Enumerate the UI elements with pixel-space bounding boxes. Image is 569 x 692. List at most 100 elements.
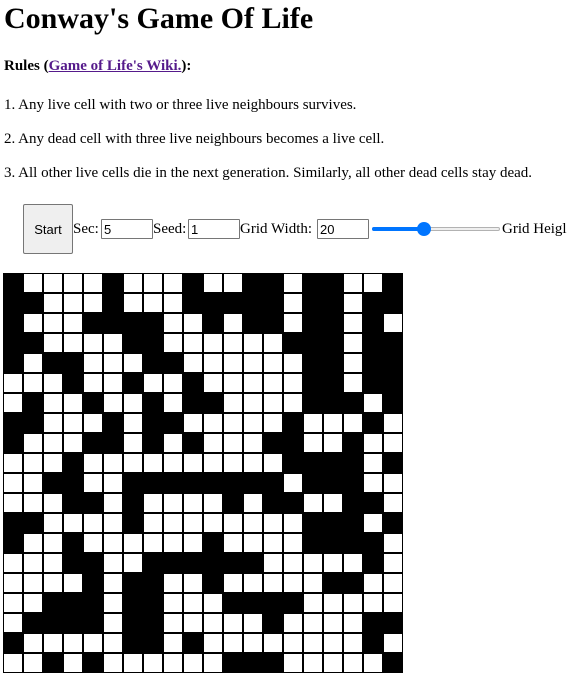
grid-cell[interactable]: [83, 393, 103, 413]
grid-cell[interactable]: [203, 573, 223, 593]
grid-cell[interactable]: [83, 293, 103, 313]
grid-cell[interactable]: [143, 513, 163, 533]
grid-cell[interactable]: [243, 293, 263, 313]
grid-cell[interactable]: [283, 513, 303, 533]
grid-cell[interactable]: [243, 413, 263, 433]
grid-cell[interactable]: [343, 393, 363, 413]
grid-cell[interactable]: [263, 493, 283, 513]
grid-cell[interactable]: [23, 413, 43, 433]
grid-cell[interactable]: [63, 433, 83, 453]
grid-cell[interactable]: [43, 373, 63, 393]
grid-cell[interactable]: [183, 633, 203, 653]
grid-cell[interactable]: [203, 413, 223, 433]
grid-cell[interactable]: [223, 473, 243, 493]
grid-cell[interactable]: [223, 313, 243, 333]
grid-cell[interactable]: [203, 313, 223, 333]
grid-cell[interactable]: [383, 573, 403, 593]
grid-cell[interactable]: [383, 613, 403, 633]
grid-cell[interactable]: [383, 653, 403, 673]
grid-cell[interactable]: [3, 433, 23, 453]
grid-cell[interactable]: [303, 433, 323, 453]
grid-cell[interactable]: [123, 453, 143, 473]
grid-cell[interactable]: [263, 293, 283, 313]
grid-cell[interactable]: [243, 333, 263, 353]
grid-cell[interactable]: [243, 553, 263, 573]
grid-cell[interactable]: [163, 573, 183, 593]
grid-cell[interactable]: [343, 433, 363, 453]
grid-cell[interactable]: [383, 513, 403, 533]
grid-cell[interactable]: [363, 573, 383, 593]
grid-cell[interactable]: [323, 613, 343, 633]
grid-cell[interactable]: [363, 473, 383, 493]
grid-cell[interactable]: [323, 373, 343, 393]
grid-cell[interactable]: [183, 473, 203, 493]
grid-cell[interactable]: [183, 333, 203, 353]
grid-cell[interactable]: [63, 593, 83, 613]
grid-cell[interactable]: [43, 653, 63, 673]
sec-input[interactable]: [101, 219, 153, 239]
grid-cell[interactable]: [3, 413, 23, 433]
grid-cell[interactable]: [143, 633, 163, 653]
grid-cell[interactable]: [223, 613, 243, 633]
grid-cell[interactable]: [23, 513, 43, 533]
grid-cell[interactable]: [143, 473, 163, 493]
grid-cell[interactable]: [263, 313, 283, 333]
grid-cell[interactable]: [63, 613, 83, 633]
grid-cell[interactable]: [3, 573, 23, 593]
grid-cell[interactable]: [3, 313, 23, 333]
grid-cell[interactable]: [383, 393, 403, 413]
grid-cell[interactable]: [203, 493, 223, 513]
grid-cell[interactable]: [203, 393, 223, 413]
grid-cell[interactable]: [203, 533, 223, 553]
grid-cell[interactable]: [263, 373, 283, 393]
grid-cell[interactable]: [103, 613, 123, 633]
grid-cell[interactable]: [63, 533, 83, 553]
grid-cell[interactable]: [43, 273, 63, 293]
grid-cell[interactable]: [283, 613, 303, 633]
grid-cell[interactable]: [163, 493, 183, 513]
grid-cell[interactable]: [23, 653, 43, 673]
grid-cell[interactable]: [383, 413, 403, 433]
grid-cell[interactable]: [183, 293, 203, 313]
grid-cell[interactable]: [263, 333, 283, 353]
grid-cell[interactable]: [183, 653, 203, 673]
grid-cell[interactable]: [3, 473, 23, 493]
grid-cell[interactable]: [123, 593, 143, 613]
grid-cell[interactable]: [263, 453, 283, 473]
grid-cell[interactable]: [303, 653, 323, 673]
grid-cell[interactable]: [243, 573, 263, 593]
grid-cell[interactable]: [263, 473, 283, 493]
grid-cell[interactable]: [343, 473, 363, 493]
grid-cell[interactable]: [363, 513, 383, 533]
grid-cell[interactable]: [183, 353, 203, 373]
grid-cell[interactable]: [43, 333, 63, 353]
grid-cell[interactable]: [243, 513, 263, 533]
grid-cell[interactable]: [123, 633, 143, 653]
grid-cell[interactable]: [143, 353, 163, 373]
grid-cell[interactable]: [103, 273, 123, 293]
grid-cell[interactable]: [283, 433, 303, 453]
grid-cell[interactable]: [323, 413, 343, 433]
grid-cell[interactable]: [283, 553, 303, 573]
grid-cell[interactable]: [63, 273, 83, 293]
grid-cell[interactable]: [303, 573, 323, 593]
grid-cell[interactable]: [323, 633, 343, 653]
grid-cell[interactable]: [343, 653, 363, 673]
grid-cell[interactable]: [103, 413, 123, 433]
grid-cell[interactable]: [103, 473, 123, 493]
grid-cell[interactable]: [63, 513, 83, 533]
grid-cell[interactable]: [223, 533, 243, 553]
grid-cell[interactable]: [103, 293, 123, 313]
grid-cell[interactable]: [123, 573, 143, 593]
grid-cell[interactable]: [43, 473, 63, 493]
grid-cell[interactable]: [323, 293, 343, 313]
grid-cell[interactable]: [283, 353, 303, 373]
grid-cell[interactable]: [323, 393, 343, 413]
grid-cell[interactable]: [343, 513, 363, 533]
grid-cell[interactable]: [163, 593, 183, 613]
grid-cell[interactable]: [303, 593, 323, 613]
grid-cell[interactable]: [223, 413, 243, 433]
grid-cell[interactable]: [63, 633, 83, 653]
grid-cell[interactable]: [243, 613, 263, 633]
wiki-link[interactable]: Game of Life's Wiki.: [49, 58, 182, 74]
